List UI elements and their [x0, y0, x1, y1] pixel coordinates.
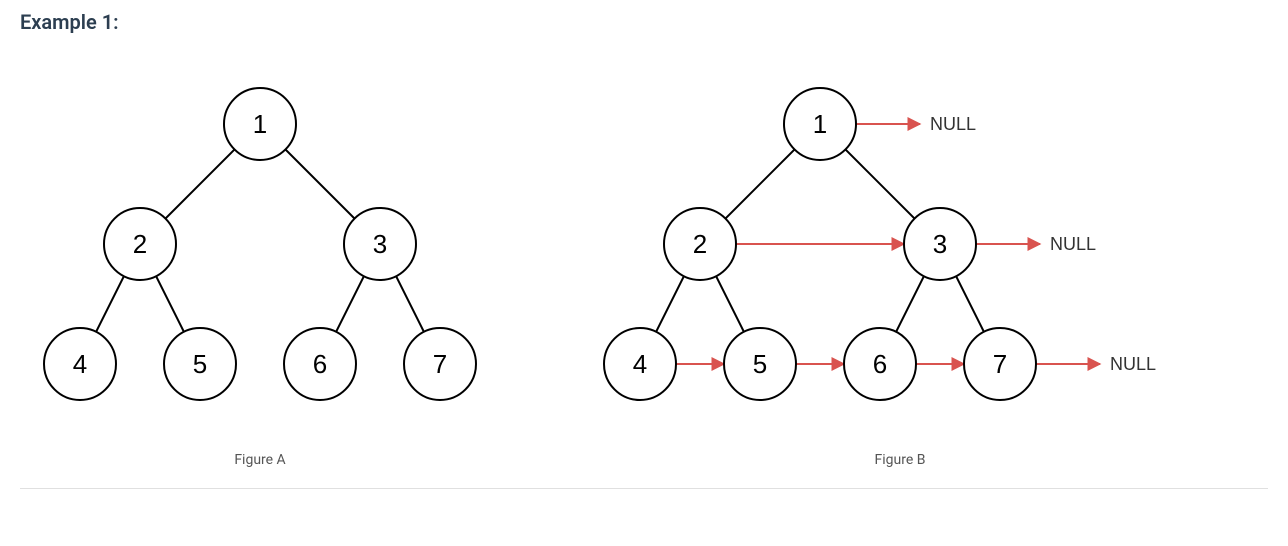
node-a2: 2 [104, 208, 176, 280]
node-a6: 6 [284, 328, 356, 400]
node-b5: 5 [724, 328, 796, 400]
node-b1: 1 [784, 88, 856, 160]
figure-b-svg: NULL NULL NULL 1 2 3 4 5 6 7 [560, 44, 1240, 444]
node-b3-label: 3 [933, 229, 947, 259]
node-a5: 5 [164, 328, 236, 400]
node-b7-label: 7 [993, 349, 1007, 379]
node-a7: 7 [404, 328, 476, 400]
node-b3: 3 [904, 208, 976, 280]
node-a4: 4 [44, 328, 116, 400]
figure-a-svg: 1 2 3 4 5 6 7 [20, 44, 500, 444]
node-a1: 1 [224, 88, 296, 160]
null-label-3: NULL [1110, 354, 1156, 374]
figure-a: 1 2 3 4 5 6 7 Figure A [20, 44, 500, 468]
node-a5-label: 5 [193, 349, 207, 379]
null-label-1: NULL [930, 114, 976, 134]
node-b6-label: 6 [873, 349, 887, 379]
node-b4-label: 4 [633, 349, 647, 379]
node-a7-label: 7 [433, 349, 447, 379]
null-label-2: NULL [1050, 234, 1096, 254]
node-a4-label: 4 [73, 349, 87, 379]
node-b2-label: 2 [693, 229, 707, 259]
node-b7: 7 [964, 328, 1036, 400]
divider [20, 488, 1268, 489]
example-title: Example 1: [20, 10, 1268, 34]
figure-b: NULL NULL NULL 1 2 3 4 5 6 7 Figure B [560, 44, 1240, 468]
node-b1-label: 1 [813, 109, 827, 139]
node-b2: 2 [664, 208, 736, 280]
node-a1-label: 1 [253, 109, 267, 139]
node-a6-label: 6 [313, 349, 327, 379]
figure-b-caption: Figure B [560, 452, 1240, 468]
node-b6: 6 [844, 328, 916, 400]
node-a3-label: 3 [373, 229, 387, 259]
figure-a-caption: Figure A [20, 452, 500, 468]
figures-row: 1 2 3 4 5 6 7 Figure A [20, 44, 1268, 468]
node-b5-label: 5 [753, 349, 767, 379]
node-a3: 3 [344, 208, 416, 280]
node-a2-label: 2 [133, 229, 147, 259]
node-b4: 4 [604, 328, 676, 400]
